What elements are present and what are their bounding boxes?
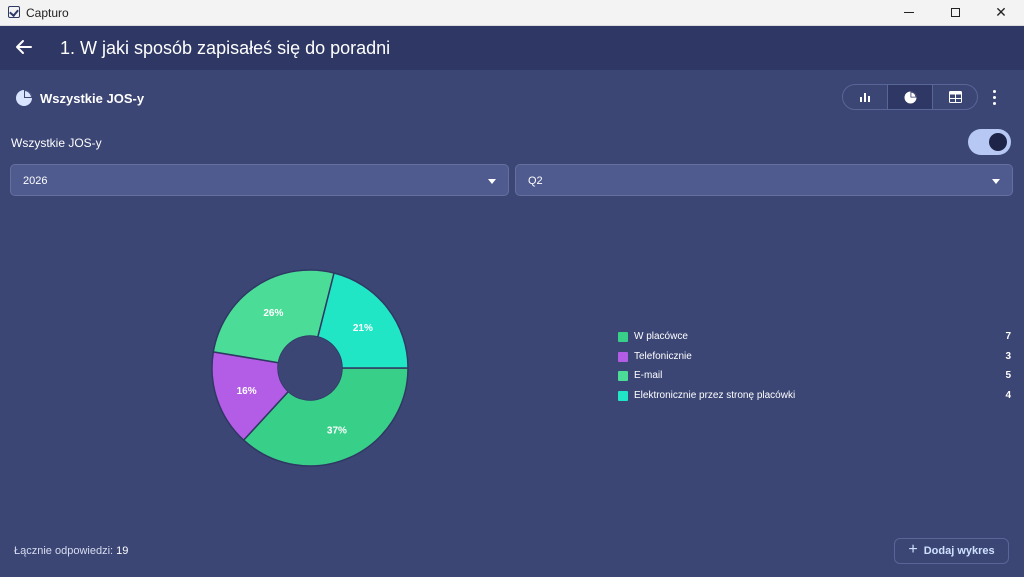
chart-type-switcher [842, 84, 978, 110]
more-options-icon[interactable] [986, 87, 1002, 107]
legend-label: E-mail [634, 370, 663, 381]
app-logo-icon [8, 6, 20, 18]
maximize-icon [950, 8, 960, 17]
slice-percent-label: 16% [237, 386, 257, 397]
legend-label: Telefonicznie [634, 350, 692, 362]
donut-hole [278, 336, 342, 400]
legend-count: 5 [1005, 370, 1011, 381]
legend-item[interactable]: Telefonicznie 3 [618, 349, 1011, 369]
slice-percent-label: 37% [327, 425, 347, 436]
close-button[interactable]: ✕ [978, 0, 1024, 25]
back-arrow-icon[interactable] [14, 37, 34, 57]
maximize-button[interactable] [932, 0, 978, 25]
filter-toggle[interactable] [968, 129, 1011, 155]
quarter-select-value: Q2 [528, 175, 543, 187]
legend-swatch [618, 351, 628, 362]
legend-item[interactable]: W placówce 7 [618, 329, 1011, 349]
legend-swatch [618, 390, 628, 401]
total-label: Łącznie odpowiedzi: [14, 545, 114, 557]
legend-swatch [618, 371, 628, 381]
legend-count: 4 [1005, 389, 1011, 401]
donut-chart: 37% 16% 26% 21% [211, 269, 409, 467]
slice-percent-label: 21% [353, 323, 373, 334]
legend-item[interactable]: E-mail 5 [618, 368, 1011, 388]
quarter-select[interactable]: Q2 [515, 164, 1013, 196]
legend-item[interactable]: Elektronicznie przez stronę placówki 4 [618, 388, 1011, 408]
close-icon: ✕ [995, 4, 1007, 20]
toggle-knob [989, 133, 1007, 151]
card-title: Wszystkie JOS-y [40, 91, 145, 106]
page-title: 1. W jaki sposób zapisałeś się do poradn… [60, 38, 391, 58]
legend-label: W placówce [634, 331, 688, 342]
chart-legend: W placówce 7 Telefonicznie 3 E-mail 5 Elektron… [618, 329, 1011, 407]
table-view-button[interactable] [933, 85, 977, 109]
filter-label: Wszystkie JOS-y [11, 136, 102, 150]
chevron-down-icon [488, 179, 496, 184]
app-header: 1. W jaki sposób zapisałeś się do poradn… [0, 26, 1024, 70]
legend-swatch [618, 332, 628, 342]
legend-label: Elektronicznie przez stronę placówki [634, 389, 796, 401]
add-chart-label: Dodaj wykres [923, 545, 995, 557]
window-titlebar: Capturo ✕ [0, 0, 1024, 26]
minimize-button[interactable] [886, 0, 932, 25]
add-chart-button[interactable]: + Dodaj wykres [894, 538, 1009, 564]
bar-chart-button[interactable] [843, 85, 888, 109]
chevron-down-icon [992, 179, 1000, 184]
year-select-value: 2026 [23, 175, 48, 187]
year-select[interactable]: 2026 [10, 164, 509, 196]
legend-count: 3 [1005, 350, 1011, 362]
total-responses: Łącznie odpowiedzi: 19 [14, 545, 128, 557]
window-title: Capturo [26, 6, 69, 20]
minimize-icon [904, 12, 914, 13]
pie-chart-small-icon [904, 91, 916, 103]
legend-count: 7 [1005, 331, 1011, 342]
table-icon [948, 91, 962, 103]
pie-chart-icon [16, 90, 32, 106]
total-value: 19 [116, 545, 129, 557]
bar-chart-icon [860, 93, 870, 102]
pie-chart-button[interactable] [888, 85, 933, 109]
plus-icon: + [908, 541, 918, 558]
slice-percent-label: 26% [263, 308, 283, 319]
